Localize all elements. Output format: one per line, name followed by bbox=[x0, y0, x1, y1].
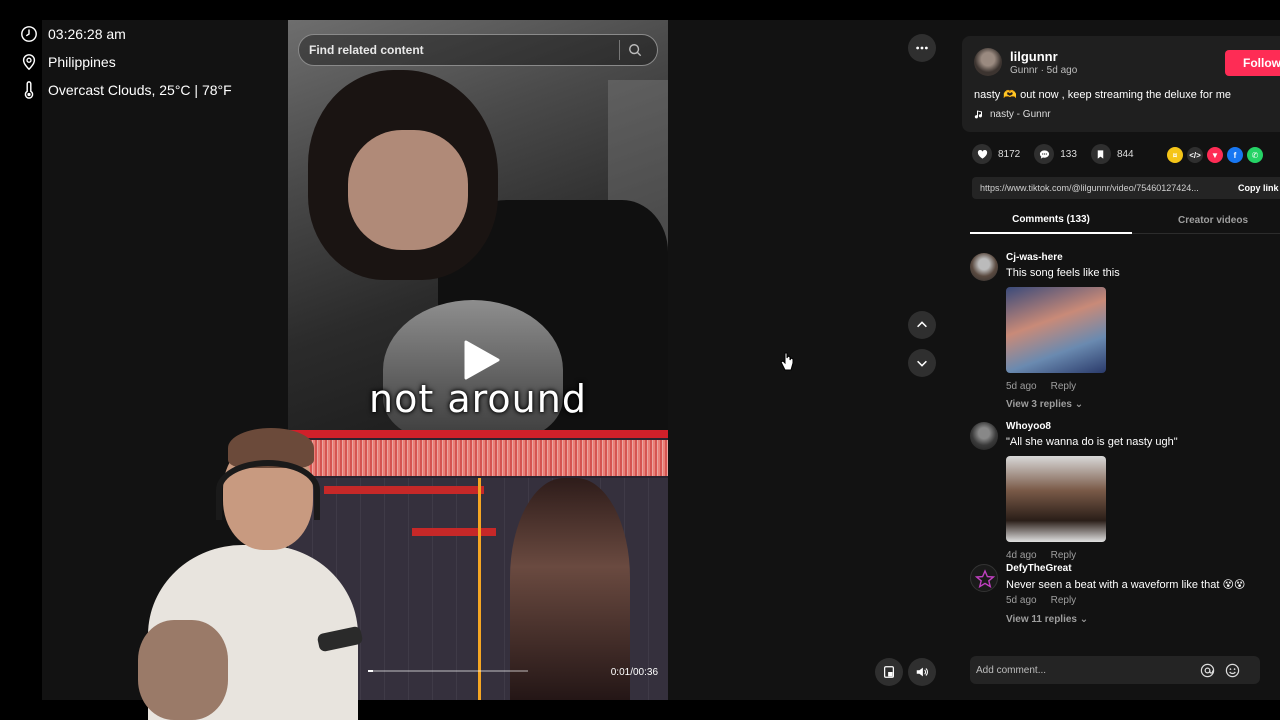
video-description: nasty 🫶 out now , keep streaming the del… bbox=[974, 89, 1232, 101]
video-time: 0:01/00:36 bbox=[610, 667, 658, 678]
star-logo-icon bbox=[974, 569, 996, 589]
floating-player-button[interactable] bbox=[875, 658, 903, 686]
time-row: 03:26:28 am bbox=[20, 20, 232, 48]
reply-button[interactable]: Reply bbox=[1051, 550, 1077, 561]
location-text: Philippines bbox=[48, 54, 116, 70]
music-info[interactable]: nasty - Gunnr bbox=[974, 109, 1051, 120]
search-bar[interactable] bbox=[298, 34, 658, 66]
weather-row: Overcast Clouds, 25°C | 78°F bbox=[20, 76, 232, 104]
music-title: nasty - Gunnr bbox=[990, 109, 1051, 120]
location-pin-icon bbox=[22, 54, 36, 71]
previous-video-button[interactable] bbox=[908, 311, 936, 339]
embed-code-icon[interactable]: </> bbox=[1187, 147, 1203, 163]
weather-text: Overcast Clouds, 25°C | 78°F bbox=[48, 82, 232, 98]
more-dots-icon bbox=[916, 46, 928, 50]
view-replies-button[interactable]: View 3 replies ⌄ bbox=[1006, 399, 1083, 410]
share-options: ¤ </> ▼ f ✆ bbox=[1167, 147, 1263, 163]
details-panel: lilgunnr Gunnr · 5d ago Follow nasty 🫶 o… bbox=[950, 20, 1280, 700]
mention-icon[interactable] bbox=[1200, 663, 1215, 678]
commenter-username[interactable]: DefyTheGreat bbox=[1006, 563, 1072, 574]
panel-tabs: Comments (133) Creator videos bbox=[970, 206, 1280, 234]
streamer-webcam bbox=[138, 420, 368, 720]
engagement-stats: 8172 133 844 bbox=[972, 144, 1148, 164]
comment-image-sticker[interactable] bbox=[1006, 456, 1106, 542]
comment-meta: 5d ago Reply bbox=[1006, 595, 1076, 606]
next-video-button[interactable] bbox=[908, 349, 936, 377]
comment-meta: 5d ago Reply bbox=[1006, 381, 1076, 392]
video-progress-bar[interactable] bbox=[368, 670, 528, 672]
clock-icon bbox=[21, 26, 37, 42]
chevron-down-icon bbox=[917, 360, 927, 367]
thermometer-icon bbox=[24, 81, 34, 99]
volume-button[interactable] bbox=[908, 658, 936, 686]
add-comment-input[interactable] bbox=[970, 664, 1190, 676]
commenter-username[interactable]: Cj-was-here bbox=[1006, 252, 1063, 263]
play-icon[interactable] bbox=[458, 338, 502, 382]
copy-link-button[interactable]: Copy link bbox=[1230, 183, 1279, 193]
commenter-avatar[interactable] bbox=[970, 422, 998, 450]
comment-text: Never seen a beat with a waveform like t… bbox=[1006, 579, 1246, 591]
reply-button[interactable]: Reply bbox=[1051, 595, 1077, 606]
comment-text: This song feels like this bbox=[1006, 267, 1120, 279]
facebook-icon[interactable]: f bbox=[1227, 147, 1243, 163]
chevron-up-icon bbox=[917, 321, 927, 328]
search-input[interactable] bbox=[309, 43, 619, 57]
heart-icon bbox=[977, 149, 987, 159]
reply-button[interactable]: Reply bbox=[1051, 381, 1077, 392]
tab-comments[interactable]: Comments (133) bbox=[970, 206, 1132, 234]
comment-image-sticker[interactable] bbox=[1006, 287, 1106, 373]
bookmark-icon bbox=[1098, 149, 1104, 159]
mouse-cursor-icon bbox=[780, 352, 794, 371]
author-subtitle: Gunnr · 5d ago bbox=[1010, 65, 1078, 76]
search-icon[interactable] bbox=[628, 43, 642, 57]
comment-age: 4d ago bbox=[1006, 550, 1037, 561]
location-row: Philippines bbox=[20, 48, 232, 76]
add-comment-bar bbox=[970, 656, 1260, 684]
follow-button[interactable]: Follow bbox=[1225, 50, 1280, 76]
comment-button[interactable]: 133 bbox=[1034, 144, 1077, 164]
like-button[interactable]: 8172 bbox=[972, 144, 1020, 164]
video-link[interactable]: https://www.tiktok.com/@lilgunnr/video/7… bbox=[972, 183, 1230, 193]
video-caption: not around bbox=[369, 377, 587, 421]
like-count: 8172 bbox=[998, 148, 1021, 160]
music-note-icon bbox=[974, 110, 983, 118]
commenter-avatar[interactable] bbox=[970, 253, 998, 281]
author-avatar[interactable] bbox=[974, 48, 1002, 76]
volume-icon bbox=[916, 667, 928, 677]
save-count: 844 bbox=[1116, 148, 1134, 160]
floating-player-icon bbox=[884, 666, 894, 678]
video-progress-fill bbox=[368, 670, 373, 672]
send-to-friends-icon[interactable]: ▼ bbox=[1207, 147, 1223, 163]
view-replies-button[interactable]: View 11 replies ⌄ bbox=[1006, 614, 1088, 625]
whatsapp-icon[interactable]: ✆ bbox=[1247, 147, 1263, 163]
more-options-button[interactable] bbox=[908, 34, 936, 62]
tab-creator-videos[interactable]: Creator videos bbox=[1132, 206, 1280, 234]
comment-bubble-icon bbox=[1039, 149, 1049, 159]
time-text: 03:26:28 am bbox=[48, 26, 126, 42]
comment-count: 133 bbox=[1060, 148, 1077, 160]
emoji-icon[interactable] bbox=[1225, 663, 1240, 678]
comment-age: 5d ago bbox=[1006, 381, 1037, 392]
commenter-avatar[interactable] bbox=[970, 564, 998, 592]
share-link-row: https://www.tiktok.com/@lilgunnr/video/7… bbox=[972, 177, 1280, 199]
stream-overlay-info: 03:26:28 am Philippines Overcast Clouds,… bbox=[20, 20, 232, 104]
author-card: lilgunnr Gunnr · 5d ago Follow nasty 🫶 o… bbox=[962, 36, 1280, 132]
author-username[interactable]: lilgunnr bbox=[1010, 49, 1058, 64]
commenter-username[interactable]: Whoyoo8 bbox=[1006, 421, 1051, 432]
comment-meta: 4d ago Reply bbox=[1006, 550, 1076, 561]
save-button[interactable]: 844 bbox=[1090, 144, 1134, 164]
comment-text: "All she wanna do is get nasty ugh" bbox=[1006, 436, 1178, 448]
comment-age: 5d ago bbox=[1006, 595, 1037, 606]
coin-share-icon[interactable]: ¤ bbox=[1167, 147, 1183, 163]
